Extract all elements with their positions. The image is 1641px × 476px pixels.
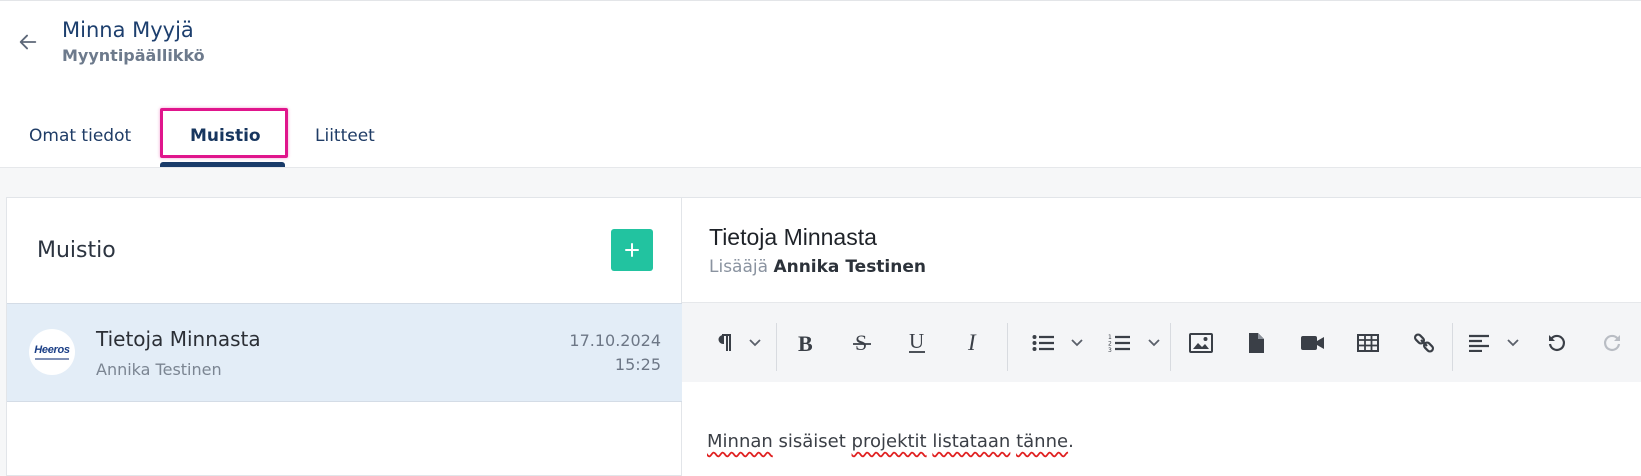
list-item[interactable]: Heeros Tietoja Minnasta Annika Testinen …	[7, 303, 683, 402]
active-tab-indicator	[160, 162, 285, 167]
toolbar-divider	[1170, 323, 1171, 371]
text-word: Minnan	[707, 431, 773, 452]
text-word: .	[1068, 431, 1074, 452]
person-name: Minna Myyjä	[62, 18, 194, 42]
numbered-list-button[interactable]: 123	[1106, 329, 1132, 357]
insert-file-button[interactable]	[1245, 329, 1267, 357]
insert-table-button[interactable]	[1356, 329, 1380, 357]
avatar-logo-text: Heeros	[34, 343, 70, 356]
plus-icon	[625, 243, 639, 257]
svg-text:3: 3	[1108, 347, 1112, 353]
toolbar-divider	[776, 323, 777, 371]
redo-button[interactable]	[1600, 329, 1624, 357]
italic-icon: I	[967, 332, 977, 354]
align-left-icon	[1469, 334, 1489, 352]
numbered-list-icon: 123	[1108, 334, 1130, 353]
underline-icon: U	[909, 331, 925, 353]
panel-title: Muistio	[37, 238, 116, 263]
redo-icon	[1603, 334, 1621, 351]
note-time: 15:25	[614, 355, 661, 374]
link-icon	[1413, 333, 1435, 353]
avatar: Heeros	[29, 329, 75, 375]
table-icon	[1357, 334, 1379, 352]
arrow-left-icon	[19, 34, 37, 50]
add-note-button[interactable]	[611, 229, 653, 271]
added-by: Lisääjä Annika Testinen	[709, 257, 926, 277]
back-button[interactable]	[14, 28, 42, 56]
toolbar-divider	[1452, 323, 1453, 371]
underline-button[interactable]: U	[903, 329, 931, 357]
chevron-down-icon	[1071, 339, 1083, 347]
insert-image-button[interactable]	[1188, 329, 1214, 357]
video-icon	[1301, 336, 1324, 350]
paragraph-button[interactable]	[712, 329, 736, 357]
italic-button[interactable]: I	[959, 329, 987, 357]
tab-liitteet[interactable]: Liitteet	[315, 126, 375, 146]
insert-link-button[interactable]	[1412, 329, 1436, 357]
bullet-list-icon	[1032, 335, 1054, 351]
bold-icon: B	[798, 332, 813, 354]
text-word: tänne	[1016, 431, 1069, 452]
text-word: projektit	[851, 431, 927, 452]
note-author: Annika Testinen	[96, 360, 222, 379]
strikethrough-button[interactable]: S	[848, 329, 876, 357]
tab-omat-tiedot[interactable]: Omat tiedot	[29, 126, 131, 146]
undo-icon	[1548, 334, 1566, 351]
svg-text:I: I	[967, 332, 977, 354]
tabs-bar: Omat tiedot Muistio Liitteet	[0, 84, 1641, 168]
svg-text:S: S	[855, 332, 867, 354]
chevron-down-icon	[1507, 339, 1519, 347]
page-header: Minna Myyjä Myyntipäällikkö	[0, 0, 1641, 84]
chevron-down-icon	[1148, 339, 1160, 347]
paragraph-icon	[718, 334, 731, 351]
text-word: sisäiset	[772, 431, 852, 452]
tab-muistio[interactable]: Muistio	[190, 126, 261, 146]
align-button[interactable]	[1466, 329, 1492, 357]
note-title: Tietoja Minnasta	[96, 327, 261, 351]
note-editor-panel: Tietoja Minnasta Lisääjä Annika Testinen…	[682, 197, 1641, 476]
paragraph-dropdown[interactable]	[746, 329, 764, 357]
file-icon	[1249, 333, 1264, 353]
align-dropdown[interactable]	[1504, 329, 1522, 357]
bold-button[interactable]: B	[792, 329, 820, 357]
bullet-list-dropdown[interactable]	[1068, 329, 1086, 357]
added-by-name: Annika Testinen	[773, 257, 926, 277]
svg-text:B: B	[798, 332, 813, 354]
chevron-down-icon	[749, 339, 761, 347]
strikethrough-icon: S	[853, 332, 871, 354]
svg-text:U: U	[909, 331, 924, 353]
image-icon	[1189, 333, 1213, 353]
editor-toolbar: B S U I 123	[682, 302, 1641, 382]
numbered-list-dropdown[interactable]	[1145, 329, 1163, 357]
note-heading[interactable]: Tietoja Minnasta	[709, 224, 877, 251]
bullet-list-button[interactable]	[1030, 329, 1056, 357]
insert-video-button[interactable]	[1300, 329, 1326, 357]
notes-list-panel: Muistio Heeros Tietoja Minnasta Annika T…	[6, 197, 683, 476]
editor-content[interactable]: Minnan sisäiset projektit listataan tänn…	[707, 431, 1074, 452]
note-date: 17.10.2024	[569, 331, 661, 350]
added-by-label: Lisääjä	[709, 257, 769, 277]
undo-button[interactable]	[1545, 329, 1569, 357]
text-word: listataan	[932, 431, 1011, 452]
logo-underline	[35, 357, 69, 360]
toolbar-divider	[1007, 323, 1008, 371]
person-role: Myyntipäällikkö	[62, 46, 205, 65]
